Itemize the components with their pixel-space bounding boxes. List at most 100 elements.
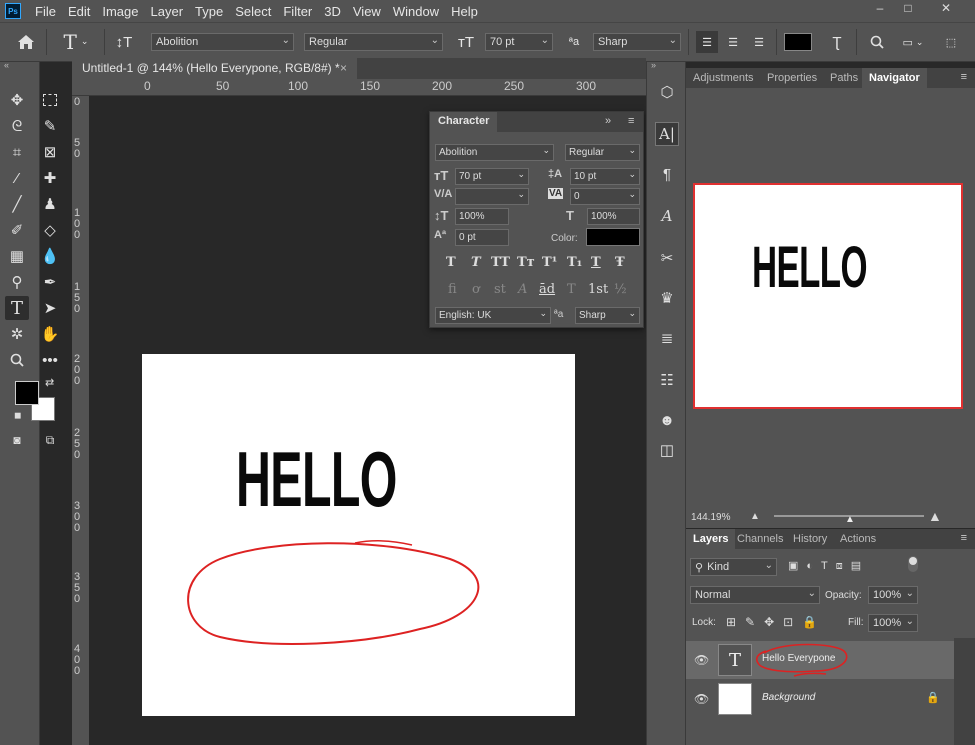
faux-italic-icon[interactable]: T [471,255,481,270]
pen-tool-icon[interactable]: ✒ [38,270,62,294]
all-caps-icon[interactable]: TT [491,255,510,270]
char-font-style-select[interactable]: Regular ⌄ [565,144,640,161]
tool-presets-icon[interactable]: ✂ [655,246,679,270]
stylistic-alternates-icon[interactable]: ād [539,282,555,297]
menu-type[interactable]: Type [189,4,229,19]
type-tool-preset-icon[interactable]: T ⌄ [56,30,96,54]
ligatures-icon[interactable]: fi [448,282,457,297]
history-brush-icon[interactable]: ✐ [5,218,29,242]
fill-input[interactable]: 100% ⌄ [868,614,918,632]
lasso-tool-icon[interactable]: ᘓ [5,114,29,138]
collapse-toolbar-icon[interactable]: « [4,60,9,70]
close-window-button[interactable]: ✕ [926,0,966,16]
zoom-slider-handle[interactable]: ▲ [845,514,855,525]
old-style-icon[interactable]: ơ [472,282,480,297]
gradient-tool-icon[interactable]: ▦ [5,244,29,268]
font-family-select[interactable]: Abolition ⌄ [151,33,294,51]
align-center-icon[interactable]: ☰ [722,31,744,53]
path-select-icon[interactable]: ➤ [38,296,62,320]
zoom-tool-icon[interactable] [5,348,29,372]
zoom-in-icon[interactable]: ▲ [928,508,942,524]
foreground-color-swatch[interactable] [15,381,39,405]
char-anti-alias-select[interactable]: Sharp ⌄ [575,307,640,324]
char-tracking-input[interactable]: 0 ⌄ [570,188,640,205]
panel-menu-icon[interactable]: ≡ [628,115,634,127]
tab-properties[interactable]: Properties [760,68,824,88]
crop-tool-icon[interactable]: ⌗ [5,140,29,164]
ordinals-icon[interactable]: 1st [588,282,608,297]
swash-icon[interactable]: A [518,282,527,297]
visibility-eye-icon[interactable]: 👁 [694,692,709,706]
char-font-family-select[interactable]: Abolition ⌄ [435,144,554,161]
tab-paths[interactable]: Paths [823,68,865,88]
faux-bold-icon[interactable]: T [446,255,456,270]
tab-navigator[interactable]: Navigator [862,68,927,88]
brushes-panel-icon[interactable]: ♛ [655,286,679,310]
menu-layer[interactable]: Layer [145,4,190,19]
tab-channels[interactable]: Channels [730,529,790,549]
close-tab-icon[interactable]: × [340,61,347,75]
shape-tool-icon[interactable]: ✲ [5,322,29,346]
share-icon[interactable]: ⬚ [940,31,962,53]
layer-name[interactable]: Background [762,692,815,703]
tab-adjustments[interactable]: Adjustments [686,68,761,88]
navigator-zoom-value[interactable]: 144.19% [691,512,730,523]
small-caps-icon[interactable]: Tт [517,255,535,270]
glyphs-panel-icon[interactable]: A [655,204,679,228]
default-colors-icon[interactable]: ◼ [14,410,21,421]
clone-stamp-icon[interactable]: ♟ [38,192,62,216]
anti-alias-select[interactable]: Sharp ⌄ [593,33,681,51]
document-tab[interactable]: Untitled-1 @ 144% (Hello Everypone, RGB/… [72,58,357,79]
language-select[interactable]: English: UK ⌄ [435,307,551,324]
char-baseline-input[interactable]: 0 pt [455,229,509,246]
titling-alternates-icon[interactable]: T [567,282,576,297]
adjustments-sliders-icon[interactable]: ☷ [655,368,679,392]
visibility-eye-icon[interactable]: 👁 [694,653,709,667]
brush-settings-icon[interactable]: ≣ [655,326,679,350]
blend-mode-select[interactable]: Normal ⌄ [690,586,820,604]
blur-tool-icon[interactable]: 💧 [38,244,62,268]
text-color-swatch[interactable] [784,33,812,51]
expand-dock-icon[interactable]: » [651,60,656,70]
navigator-preview[interactable]: HELLO [693,183,963,409]
quick-mask-icon[interactable]: ◙ [5,428,29,452]
subscript-icon[interactable]: T₁ [567,255,582,270]
eyedropper-tool-icon[interactable]: ⁄ [5,166,29,190]
dodge-tool-icon[interactable]: ⚲ [5,270,29,294]
menu-view[interactable]: View [347,4,387,19]
marquee-tool-icon[interactable] [38,88,62,112]
layers-scrollbar[interactable] [954,638,975,745]
search-icon[interactable] [866,31,888,53]
tab-history[interactable]: History [786,529,834,549]
libraries-panel-icon[interactable]: ◫ [655,438,679,462]
strikethrough-icon[interactable]: Ŧ [615,255,625,270]
paragraph-panel-icon[interactable]: ¶ [655,162,679,186]
swap-colors-icon[interactable]: ⇄ [45,376,54,389]
filter-toggle[interactable] [908,556,918,572]
menu-file[interactable]: File [29,4,62,19]
home-icon[interactable] [14,31,38,53]
discretionary-ligatures-icon[interactable]: st [494,282,506,297]
filter-type-icons[interactable]: ▣◐T⧈▤ [788,559,869,573]
panel-menu-icon[interactable]: ≡ [961,532,967,544]
lock-options-icons[interactable]: ⊞✎✥⊡🔒 [726,615,826,629]
collapse-panel-icon[interactable]: » [605,115,611,127]
warp-text-icon[interactable]: Ʈ [826,31,848,53]
zoom-out-icon[interactable]: ▲ [750,511,760,522]
fractions-icon[interactable]: ½ [614,282,627,297]
char-size-input[interactable]: 70 pt ⌄ [455,168,529,185]
align-right-icon[interactable]: ☰ [748,31,770,53]
char-leading-input[interactable]: 10 pt ⌄ [570,168,640,185]
char-hscale-input[interactable]: 100% [587,208,640,225]
align-left-icon[interactable]: ☰ [696,31,718,53]
menu-image[interactable]: Image [96,4,144,19]
swatches-panel-icon[interactable]: ☻ [655,408,679,432]
opacity-input[interactable]: 100% ⌄ [868,586,918,604]
maximize-button[interactable]: □ [896,0,920,16]
menu-select[interactable]: Select [229,4,277,19]
hand-tool-icon[interactable]: ✋ [38,322,62,346]
font-style-select[interactable]: Regular ⌄ [304,33,443,51]
char-color-swatch[interactable] [586,228,640,246]
menu-3d[interactable]: 3D [318,4,347,19]
type-tool-icon[interactable]: T [5,296,29,320]
